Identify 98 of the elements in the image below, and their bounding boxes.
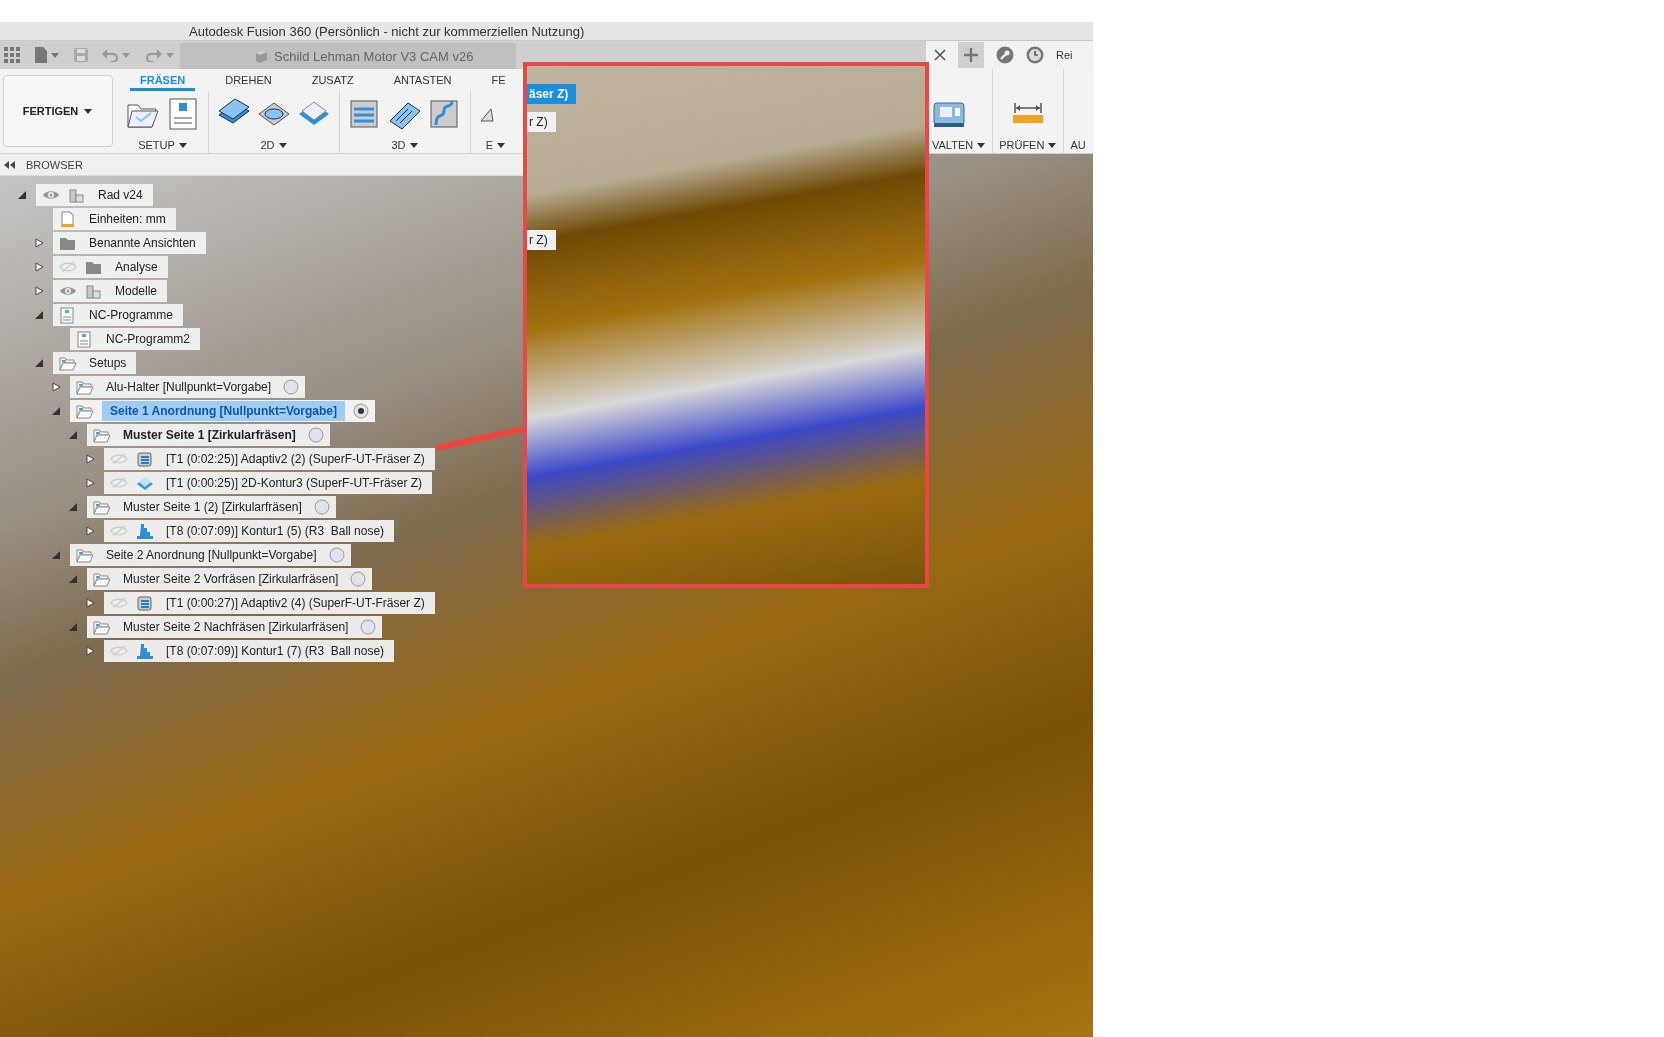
open-folder-icon [93,618,111,636]
tree-item[interactable]: Muster Seite 1 [Zirkularfräsen] [87,424,330,446]
tool-group-label[interactable]: E [485,139,507,151]
stepped-cone-icon [136,642,154,660]
open-folder-icon [76,378,94,396]
component-icon [85,282,103,300]
radio-button[interactable] [313,499,330,515]
tree-item[interactable]: Rad v24 [36,184,153,206]
tree-item[interactable]: Alu-Halter [Nullpunkt=Vorgabe] [70,376,306,398]
radio-button[interactable] [360,619,377,635]
g-code-sheet-icon [59,306,77,324]
tree-item[interactable]: [T1 (0:02:25)] Adaptiv2 (2) (SuperF-UT-Fräser Z) [104,448,435,470]
layered-block-icon [136,450,154,468]
workspace-button[interactable]: FERTIGEN [3,75,113,147]
document-icon [59,210,77,228]
collapsed-triangle-icon[interactable] [85,526,95,536]
tree-item[interactable]: Muster Seite 2 Vorfräsen [Zirkularfräsen] [87,568,373,590]
collapsed-triangle-icon[interactable] [85,646,95,656]
new-tab-button[interactable] [958,42,984,68]
tree-item[interactable]: Muster Seite 1 (2) [Zirkularfräsen] [87,496,336,518]
tree-item[interactable]: Seite 2 Anordnung [Nullpunkt=Vorgabe] [70,544,351,566]
radio-button[interactable] [328,547,345,563]
clock-icon[interactable] [1026,46,1044,64]
caret-icon [976,141,987,149]
user-name-text[interactable]: Rei [1056,49,1073,61]
collapse-icon[interactable] [4,160,16,169]
tree-item-fragment[interactable]: r Z) [527,230,556,250]
component-icon [68,186,86,204]
tree-item[interactable]: [T1 (0:00:25)] 2D-Kontur3 (SuperF-UT-Fräser Z) [104,472,433,494]
radio-button[interactable] [307,427,324,443]
stepped-cone-icon [136,522,154,540]
tool-group-label[interactable]: 2D [260,139,288,151]
open-folder-icon [59,354,77,372]
expanded-triangle-icon[interactable] [51,406,61,416]
collapsed-triangle-icon[interactable] [85,478,95,488]
tree-item[interactable]: Modelle [53,280,168,302]
caret-icon [408,141,419,149]
g-code-sheet-icon [76,330,94,348]
close-icon[interactable] [934,49,946,61]
expanded-triangle-icon[interactable] [68,430,78,440]
tool-group-label[interactable]: AU [1070,139,1086,151]
radio-button[interactable] [353,403,369,419]
tool-group-label[interactable]: 3D [391,139,419,151]
expanded-triangle-icon[interactable] [34,310,44,320]
browser-title: BROWSER [26,158,83,171]
open-folder-icon [93,426,111,444]
expanded-triangle-icon[interactable] [34,358,44,368]
eye-icon[interactable] [59,285,77,297]
tree-item[interactable]: NC-Programme [53,304,183,326]
tree-item[interactable]: Seite 1 Anordnung [Nullpunkt=Vorgabe] [70,400,375,422]
eye-icon[interactable] [42,189,60,201]
tree-item[interactable]: [T8 (0:07:09)] Kontur1 (7) (R3 Ball nose) [104,640,395,662]
collapsed-triangle-icon[interactable] [34,238,44,248]
wrench-icon[interactable] [996,46,1014,64]
window-title: Autodesk Fusion 360 (Persönlich - nicht zur kommerziellen Nutzung) [189,23,585,39]
caret-icon [83,107,94,115]
tool-group-label[interactable]: PRÜFEN [999,139,1058,151]
ribbon-tab[interactable]: ZUSATZ [301,74,364,91]
tree-item[interactable]: Muster Seite 2 Nachfräsen [Zirkularfräsen] [87,616,383,638]
collapsed-triangle-icon[interactable] [85,598,95,608]
collapsed-triangle-icon[interactable] [34,286,44,296]
tree-item[interactable]: [T1 (0:00:27)] Adaptiv2 (4) (SuperF-UT-Fräser Z) [104,592,435,614]
expanded-triangle-icon[interactable] [17,190,27,200]
expanded-triangle-icon[interactable] [68,502,78,512]
caret-icon [496,141,507,149]
caret-icon [177,141,188,149]
app-grid-icon[interactable] [4,47,20,63]
g-code-sheet-icon[interactable] [166,97,200,131]
tree-item[interactable]: Einheiten: mm [53,208,176,230]
ribbon-tab[interactable]: FE [481,74,506,91]
diamond-icon [136,474,154,492]
tool-group-label[interactable]: SETUP [138,139,188,151]
collapsed-triangle-icon[interactable] [34,262,44,272]
ribbon-tab[interactable]: DREHEN [215,74,282,91]
open-folder-icon [93,498,111,516]
tree-item[interactable]: [T8 (0:07:09)] Kontur1 (5) (R3 Ball nose) [104,520,395,542]
open-folder-icon [93,570,111,588]
caret-icon [1047,141,1058,149]
tree-item[interactable]: Analyse [53,256,168,278]
tree-item[interactable]: Setups [53,352,137,374]
open-folder-icon [76,546,94,564]
tree-item[interactable]: Benannte Ansichten [53,232,206,254]
open-folder-icon [76,402,94,420]
tree-item[interactable]: NC-Programm2 [70,328,200,350]
tree-item-fragment[interactable]: r Z) [527,112,556,132]
layered-block-icon [136,594,154,612]
radio-button[interactable] [283,379,300,395]
expanded-triangle-icon[interactable] [51,550,61,560]
plus-icon [964,48,978,62]
expanded-triangle-icon[interactable] [68,574,78,584]
caret-icon [277,141,288,149]
file-icon[interactable] [34,47,60,63]
radio-button[interactable] [350,571,367,587]
collapsed-triangle-icon[interactable] [85,454,95,464]
ribbon-tab[interactable]: ANTASTEN [383,74,462,91]
cube-icon [254,49,268,63]
tool-group-label[interactable]: VALTEN [932,139,987,151]
collapsed-triangle-icon[interactable] [51,382,61,392]
